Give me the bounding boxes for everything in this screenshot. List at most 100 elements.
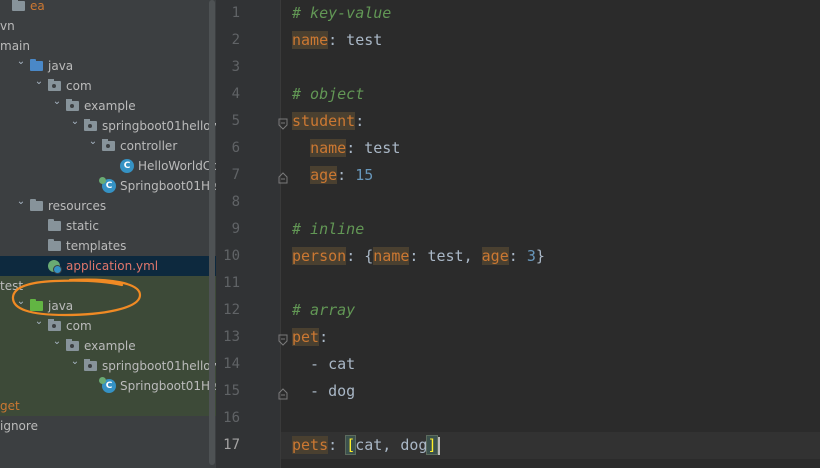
tree-item-main[interactable]: main	[0, 36, 216, 56]
line-number: 3	[231, 59, 240, 75]
code-token: :	[508, 247, 527, 265]
code-token: - cat	[292, 355, 356, 373]
code-line[interactable]: # key-value	[292, 0, 391, 27]
tree-item-springboot01hellow[interactable]: C Springboot01Hellow	[0, 176, 216, 196]
tree-item-vn[interactable]: vn	[0, 16, 216, 36]
code-line[interactable]: # array	[292, 297, 355, 324]
code-token: # key-value	[292, 4, 392, 22]
tree-item-java[interactable]: ⌄ java	[0, 56, 216, 76]
tree-item-helloworldcontrol[interactable]: C HelloWorldControl	[0, 156, 216, 176]
code-line[interactable]: - cat	[292, 351, 355, 378]
spring-boot-class-icon: C	[99, 177, 116, 193]
chevron-down-icon[interactable]: ⌄	[70, 112, 80, 132]
line-number: 13	[223, 329, 240, 345]
tree-item-label: example	[84, 99, 136, 113]
code-token: 3	[526, 247, 536, 265]
line-number: 12	[223, 302, 240, 318]
code-line[interactable]: person: {name: test, age: 3}	[292, 243, 545, 270]
tree-item-ignore[interactable]: ignore	[0, 416, 216, 436]
line-number: 4	[231, 86, 240, 102]
tree-item-com[interactable]: ⌄ com	[0, 76, 216, 96]
tree-item-label: Springboot01Hellow	[120, 179, 216, 193]
code-line[interactable]: age: 15	[292, 162, 373, 189]
chevron-down-icon[interactable]: ⌄	[16, 192, 26, 212]
tree-item-label: application.yml	[66, 259, 159, 273]
tree-item-controller[interactable]: ⌄ controller	[0, 136, 216, 156]
project-tree-panel[interactable]: ea vn main ⌄ java ⌄ com ⌄ example ⌄ springboot01he…	[0, 0, 216, 468]
code-line[interactable]: name: test	[292, 27, 382, 54]
code-token: : {	[346, 247, 374, 265]
package-icon	[66, 339, 79, 351]
tree-item-templates[interactable]: templates	[0, 236, 216, 256]
tree-item-springboot01helloworld[interactable]: ⌄springboot01helloworld	[0, 116, 216, 136]
chevron-down-icon[interactable]: ⌄	[16, 52, 26, 72]
yaml-icon	[48, 260, 62, 274]
tree-item-label: Springboot01Hellow	[120, 379, 216, 393]
tree-item-label: static	[66, 219, 99, 233]
tree-item-label: java	[48, 59, 74, 73]
tree-item-example[interactable]: ⌄ example	[0, 336, 216, 356]
tree-item-springboot01helloworld[interactable]: ⌄springboot01helloworld	[0, 356, 216, 376]
code-line[interactable]: student:	[292, 108, 364, 135]
tree-item-label: ignore	[0, 419, 38, 433]
fold-end-icon[interactable]	[278, 385, 288, 400]
line-number: 11	[223, 275, 240, 291]
line-number: 7	[231, 167, 240, 183]
chevron-down-icon[interactable]: ⌄	[34, 72, 44, 92]
code-token: # inline	[292, 220, 365, 238]
package-icon	[84, 119, 97, 131]
line-number: 15	[223, 383, 240, 399]
fold-start-icon[interactable]	[278, 331, 288, 346]
project-tree-scrollbar[interactable]	[209, 0, 215, 465]
fold-start-icon[interactable]	[278, 115, 288, 130]
tree-item-label: get	[0, 399, 20, 413]
code-token: ]	[426, 435, 438, 455]
tree-item-test[interactable]: test	[0, 276, 216, 296]
code-token: }	[535, 247, 545, 265]
tree-item-label: templates	[66, 239, 127, 253]
chevron-down-icon[interactable]: ⌄	[16, 292, 26, 312]
fold-end-icon[interactable]	[278, 169, 288, 184]
code-line[interactable]: name: test	[292, 135, 400, 162]
tree-item-static[interactable]: static	[0, 216, 216, 236]
code-editor[interactable]: # key-value name: test # object student: na…	[281, 0, 820, 468]
tree-item-label: example	[84, 339, 136, 353]
chevron-down-icon[interactable]: ⌄	[52, 332, 62, 352]
package-icon	[66, 99, 79, 111]
code-token: name	[292, 31, 329, 49]
tree-item-label: springboot01helloworld	[102, 359, 216, 373]
code-token: :	[337, 166, 356, 184]
package-icon	[48, 79, 61, 91]
code-line[interactable]: # object	[292, 81, 364, 108]
tree-item-resources[interactable]: ⌄ resources	[0, 196, 216, 216]
tree-item-label: com	[66, 319, 92, 333]
code-token: pet	[292, 328, 320, 346]
code-line[interactable]: pets: [cat, dog]	[292, 432, 440, 459]
chevron-down-icon[interactable]: ⌄	[70, 352, 80, 372]
code-line[interactable]: # inline	[292, 216, 364, 243]
tree-item-ea[interactable]: ea	[0, 0, 216, 16]
folder-icon	[12, 0, 25, 11]
tree-item-example[interactable]: ⌄ example	[0, 96, 216, 116]
tree-item-label: resources	[48, 199, 107, 213]
chevron-down-icon[interactable]: ⌄	[88, 132, 98, 152]
code-token: : test,	[409, 247, 482, 265]
package-icon	[48, 319, 61, 331]
tree-item-label: controller	[120, 139, 178, 153]
chevron-down-icon[interactable]: ⌄	[52, 92, 62, 112]
code-token: :	[328, 436, 347, 454]
chevron-down-icon[interactable]: ⌄	[34, 312, 44, 332]
code-line[interactable]: pet:	[292, 324, 328, 351]
code-line[interactable]: - dog	[292, 378, 355, 405]
tree-item-application-yml[interactable]: application.yml	[0, 256, 216, 276]
folder-icon	[48, 239, 61, 251]
tree-item-springboot01hellow[interactable]: C Springboot01Hellow	[0, 376, 216, 396]
line-number: 5	[231, 113, 240, 129]
tree-item-get[interactable]: get	[0, 396, 216, 416]
line-number: 14	[223, 356, 240, 372]
tree-item-java[interactable]: ⌄ java	[0, 296, 216, 316]
tree-item-com[interactable]: ⌄ com	[0, 316, 216, 336]
tree-item-label: HelloWorldControl	[138, 159, 216, 173]
code-token: name	[373, 247, 410, 265]
class-icon: C	[120, 159, 134, 173]
